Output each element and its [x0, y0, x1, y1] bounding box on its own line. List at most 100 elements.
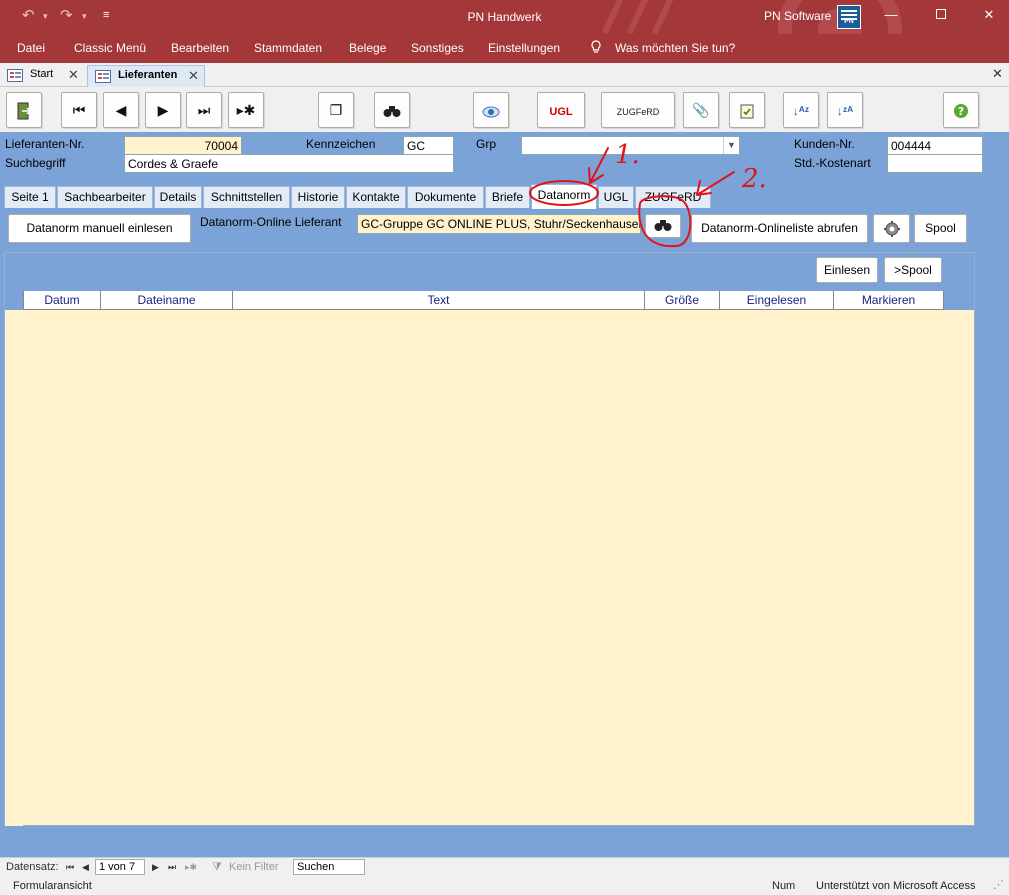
tab-datanorm[interactable]: Datanorm [531, 184, 597, 209]
tab-details[interactable]: Details [154, 186, 202, 208]
new-record-icon: ▸✱ [236, 102, 256, 118]
first-record-icon[interactable]: ⏮ [66, 862, 74, 873]
row-selector-column [5, 310, 23, 826]
tab-historie[interactable]: Historie [291, 186, 345, 208]
checklist-button[interactable] [729, 92, 765, 128]
lieferanten-nr-label: Lieferanten-Nr. [5, 137, 85, 151]
tab-ugl[interactable]: UGL [598, 186, 634, 208]
tab-briefe[interactable]: Briefe [485, 186, 530, 208]
form-icon [95, 70, 111, 83]
help-button[interactable]: ? [943, 92, 979, 128]
sort-descending-button[interactable]: ↓ᶻᴬ [827, 92, 863, 128]
next-record-icon[interactable]: ▶ [152, 862, 159, 873]
search-field[interactable]: Suchen [293, 859, 365, 875]
grp-combo[interactable]: ▼ [521, 136, 740, 155]
suchbegriff-field[interactable]: Cordes & Graefe [124, 154, 454, 173]
sort-descending-icon: ↓ᶻᴬ [836, 104, 854, 118]
datanorm-search-button[interactable] [645, 214, 681, 238]
lieferanten-nr-field[interactable]: 70004 [124, 136, 242, 155]
lightbulb-icon [591, 40, 601, 53]
menu-bearbeiten[interactable]: Bearbeiten [171, 41, 229, 55]
menu-datei[interactable]: Datei [17, 41, 45, 55]
gear-icon [883, 221, 900, 237]
einlesen-button[interactable]: Einlesen [816, 257, 878, 283]
tab-seite-1[interactable]: Seite 1 [4, 186, 56, 208]
filter-icon[interactable]: ⧩ [212, 861, 222, 874]
menu-einstellungen[interactable]: Einstellungen [488, 41, 560, 55]
zugferd-button[interactable]: ZUGFeRD [601, 92, 675, 128]
close-form-icon[interactable]: ✕ [992, 66, 1003, 82]
datanorm-settings-button[interactable] [873, 214, 910, 243]
close-window-button[interactable]: ✕ [974, 4, 1004, 26]
last-record-button[interactable]: ⏭ [186, 92, 222, 128]
record-navigator: Datensatz: ⏮ ◀ 1 von 7 ▶ ⏭ ▸✱ ⧩ Kein Fil… [0, 857, 1009, 876]
close-tab-icon[interactable]: ✕ [68, 67, 79, 83]
tell-me-search[interactable]: Was möchten Sie tun? [615, 41, 735, 55]
previous-record-icon[interactable]: ◀ [82, 862, 89, 873]
sort-ascending-button[interactable]: ↓ᴬᶻ [783, 92, 819, 128]
exit-door-icon [17, 102, 32, 120]
column-header-markieren[interactable]: Markieren [833, 291, 944, 310]
menu-classic[interactable]: Classic Menü [74, 41, 146, 55]
tab-sachbearbeiter[interactable]: Sachbearbeiter [57, 186, 153, 208]
ugl-label: UGL [549, 106, 573, 118]
new-record-icon[interactable]: ▸✱ [185, 862, 197, 873]
title-bar: ↶ ▾ ↷ ▾ ≡ PN Handwerk PN Software PN Sof… [0, 0, 1009, 34]
menu-sonstiges[interactable]: Sonstiges [411, 41, 464, 55]
last-record-icon[interactable]: ⏭ [168, 862, 176, 873]
clipboard-check-icon [740, 104, 754, 119]
menu-belege[interactable]: Belege [349, 41, 386, 55]
datanorm-manual-button[interactable]: Datanorm manuell einlesen [8, 214, 191, 243]
next-record-button[interactable]: ▶ [145, 92, 181, 128]
column-header-dateiname[interactable]: Dateiname [100, 291, 232, 310]
cloud-info-icon [482, 106, 500, 118]
exit-button[interactable] [6, 92, 42, 128]
close-tab-icon[interactable]: ✕ [188, 68, 199, 84]
column-header-text[interactable]: Text [232, 291, 644, 310]
filter-status[interactable]: Kein Filter [229, 861, 279, 873]
kennzeichen-label: Kennzeichen [306, 137, 376, 151]
datanorm-fetch-list-button[interactable]: Datanorm-Onlineliste abrufen [691, 214, 868, 243]
toolbar: ⏮ ◀ ▶ ⏭ ▸✱ ❐ UGL ZUGFeRD 📎 ↓ᴬᶻ ↓ᶻᴬ ? [0, 88, 1009, 132]
svg-text:?: ? [958, 105, 964, 118]
column-header-datum[interactable]: Datum [23, 291, 100, 310]
doc-tab-start[interactable]: Start ✕ [0, 65, 86, 87]
first-record-button[interactable]: ⏮ [61, 92, 97, 128]
access-status: Unterstützt von Microsoft Access [816, 880, 976, 892]
record-position-field[interactable]: 1 von 7 [95, 859, 145, 875]
tab-dokumente[interactable]: Dokumente [407, 186, 484, 208]
record-label: Datensatz: [6, 861, 59, 873]
online-info-button[interactable] [473, 92, 509, 128]
chevron-down-icon[interactable]: ▼ [723, 137, 739, 154]
kunden-nr-field[interactable]: 004444 [887, 136, 983, 155]
resize-grip-icon[interactable]: ⋰ [993, 878, 1004, 891]
ugl-button[interactable]: UGL [537, 92, 585, 128]
menu-stammdaten[interactable]: Stammdaten [254, 41, 322, 55]
std-kostenart-field[interactable] [887, 154, 983, 173]
datanorm-online-label: Datanorm-Online Lieferant [200, 215, 342, 229]
std-kostenart-label: Std.-Kostenart [794, 156, 871, 170]
link-button[interactable]: 📎 [683, 92, 719, 128]
new-record-button[interactable]: ▸✱ [228, 92, 264, 128]
suchbegriff-label: Suchbegriff [5, 156, 66, 170]
kennzeichen-field[interactable]: GC [403, 136, 454, 155]
spool-button[interactable]: Spool [914, 214, 967, 243]
last-record-icon: ⏭ [197, 102, 211, 118]
column-header-eingelesen[interactable]: Eingelesen [719, 291, 833, 310]
doc-tab-lieferanten[interactable]: Lieferanten ✕ [87, 65, 205, 87]
minimize-button[interactable]: — [876, 4, 906, 26]
column-header-groesse[interactable]: Größe [644, 291, 719, 310]
tab-zugferd[interactable]: ZUGFeRD [635, 186, 711, 208]
next-record-icon: ▶ [157, 102, 169, 118]
copy-button[interactable]: ❐ [318, 92, 354, 128]
search-button[interactable] [374, 92, 410, 128]
tab-schnittstellen[interactable]: Schnittstellen [203, 186, 290, 208]
view-status: Formularansicht [13, 880, 92, 892]
form-tabs: Seite 1 Sachbearbeiter Details Schnittst… [0, 184, 1009, 209]
previous-record-button[interactable]: ◀ [103, 92, 139, 128]
maximize-button[interactable] [926, 4, 956, 26]
datanorm-online-field[interactable]: GC-Gruppe GC ONLINE PLUS, Stuhr/Seckenha… [357, 214, 641, 234]
copy-icon: ❐ [329, 102, 343, 118]
tab-kontakte[interactable]: Kontakte [346, 186, 406, 208]
to-spool-button[interactable]: >Spool [884, 257, 942, 283]
